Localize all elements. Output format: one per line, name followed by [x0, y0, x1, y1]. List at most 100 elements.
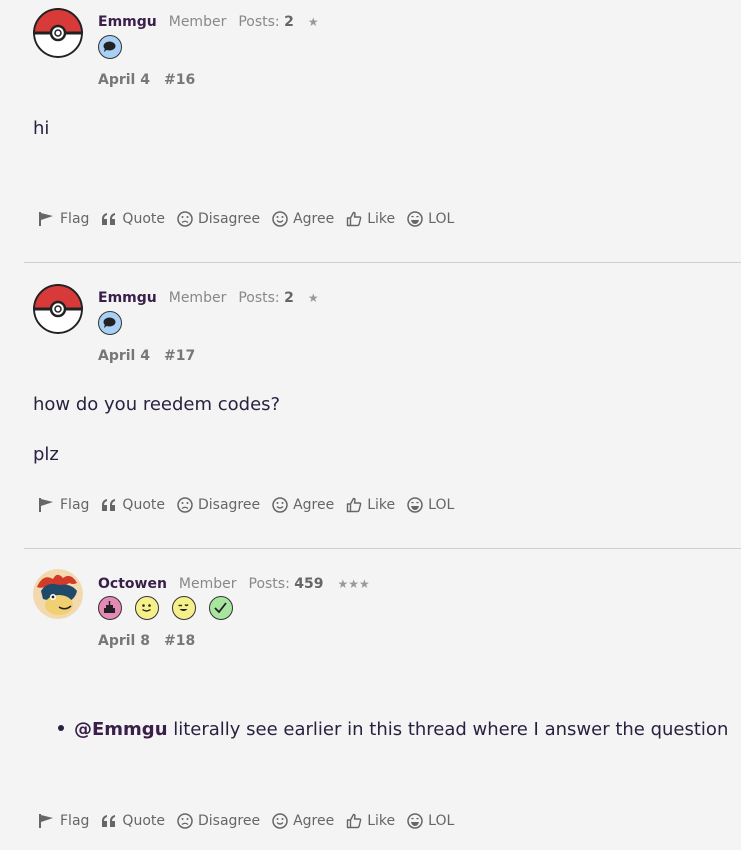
post-body-line: plz: [33, 444, 59, 465]
post-date[interactable]: April 8: [98, 633, 150, 649]
flag-icon: [39, 212, 53, 226]
avatar[interactable]: [33, 8, 83, 58]
flag-button[interactable]: Flag: [38, 211, 89, 227]
like-label: Like: [367, 813, 396, 829]
typhlosion-avatar-icon: [33, 569, 83, 619]
posts-label: Posts:: [238, 290, 280, 306]
rank-stars: ★: [307, 15, 319, 29]
like-label: Like: [367, 497, 396, 513]
posts-label: Posts:: [238, 14, 280, 30]
post-body-line: how do you reedem codes?: [33, 394, 281, 415]
flag-icon: [39, 498, 53, 512]
thumbs-up-icon: [347, 497, 362, 513]
post-divider: [24, 548, 741, 549]
pokeball-avatar-icon: [33, 284, 83, 334]
quote-button[interactable]: Quote: [101, 497, 165, 513]
quote-label: Quote: [122, 497, 165, 513]
user-role: Member: [168, 14, 227, 30]
post-date-line: April 4 #16: [98, 72, 195, 88]
badges: [98, 311, 130, 339]
quote-icon: [102, 815, 116, 827]
post-divider: [24, 262, 741, 263]
like-label: Like: [367, 211, 396, 227]
user-mention[interactable]: @Emmgu: [74, 719, 168, 740]
rank-stars: ★★★: [337, 577, 370, 591]
disagree-label: Disagree: [197, 211, 261, 227]
lol-button[interactable]: LOL: [407, 211, 454, 227]
posts-count: 2: [284, 14, 294, 30]
lol-button[interactable]: LOL: [407, 813, 454, 829]
post-number[interactable]: #18: [164, 633, 195, 649]
post-actions: Flag Quote Disagree Agree Like LOL: [38, 211, 466, 227]
avatar[interactable]: [33, 284, 83, 334]
quote-button[interactable]: Quote: [101, 211, 165, 227]
username[interactable]: Emmgu: [98, 14, 157, 30]
like-button[interactable]: Like: [346, 813, 395, 829]
laugh-icon: [407, 497, 423, 513]
cake-badge-icon[interactable]: [98, 596, 122, 620]
smile-badge-icon[interactable]: [135, 596, 160, 620]
speech-bubble-badge-icon[interactable]: [98, 35, 122, 59]
post-date[interactable]: April 4: [98, 72, 150, 88]
frown-icon: [177, 497, 193, 513]
smile-icon: [272, 813, 288, 829]
speech-bubble-badge-icon[interactable]: [98, 311, 122, 335]
lol-button[interactable]: LOL: [407, 497, 454, 513]
post-number[interactable]: #17: [164, 348, 195, 364]
post-actions: Flag Quote Disagree Agree Like LOL: [38, 497, 466, 513]
posts-label: Posts:: [248, 576, 290, 592]
disagree-label: Disagree: [197, 497, 261, 513]
quote-icon: [102, 213, 116, 225]
avatar[interactable]: [33, 569, 83, 619]
disagree-button[interactable]: Disagree: [177, 813, 260, 829]
quote-label: Quote: [122, 813, 165, 829]
agree-button[interactable]: Agree: [272, 211, 334, 227]
post-body-line: hi: [33, 118, 50, 139]
smile-icon: [272, 497, 288, 513]
post-date-line: April 4 #17: [98, 348, 195, 364]
disagree-button[interactable]: Disagree: [177, 497, 260, 513]
disagree-label: Disagree: [197, 813, 261, 829]
flag-button[interactable]: Flag: [38, 497, 89, 513]
posts-count: 459: [294, 576, 324, 592]
flag-button[interactable]: Flag: [38, 813, 89, 829]
frown-icon: [177, 211, 193, 227]
agree-button[interactable]: Agree: [272, 813, 334, 829]
laugh-icon: [407, 211, 423, 227]
flag-label: Flag: [60, 813, 90, 829]
pokeball-avatar-icon: [33, 8, 83, 58]
agree-label: Agree: [293, 813, 335, 829]
thumbs-up-icon: [347, 211, 362, 227]
flag-label: Flag: [60, 211, 90, 227]
like-button[interactable]: Like: [346, 211, 395, 227]
username[interactable]: Octowen: [98, 576, 167, 592]
flag-label: Flag: [60, 497, 90, 513]
disagree-button[interactable]: Disagree: [177, 211, 260, 227]
bullet-dot: [58, 725, 64, 731]
post-actions: Flag Quote Disagree Agree Like LOL: [38, 813, 466, 829]
wink-badge-icon[interactable]: [172, 596, 197, 620]
post-meta: Emmgu Member Posts: 2 ★: [98, 289, 319, 307]
badges: [98, 35, 130, 63]
rank-stars: ★: [307, 291, 319, 305]
lol-label: LOL: [428, 497, 455, 513]
agree-label: Agree: [293, 211, 335, 227]
post-body-text: literally see earlier in this thread whe…: [167, 719, 729, 740]
post-date[interactable]: April 4: [98, 348, 150, 364]
quote-button[interactable]: Quote: [101, 813, 165, 829]
user-role: Member: [178, 576, 237, 592]
agree-button[interactable]: Agree: [272, 497, 334, 513]
username[interactable]: Emmgu: [98, 290, 157, 306]
laugh-icon: [407, 813, 423, 829]
user-role: Member: [168, 290, 227, 306]
like-button[interactable]: Like: [346, 497, 395, 513]
quote-label: Quote: [122, 211, 165, 227]
posts-count: 2: [284, 290, 294, 306]
agree-label: Agree: [293, 497, 335, 513]
post-meta: Emmgu Member Posts: 2 ★: [98, 13, 319, 31]
smile-icon: [272, 211, 288, 227]
check-badge-icon[interactable]: [209, 596, 234, 620]
badges: [98, 596, 241, 624]
post-number[interactable]: #16: [164, 72, 195, 88]
lol-label: LOL: [428, 211, 455, 227]
